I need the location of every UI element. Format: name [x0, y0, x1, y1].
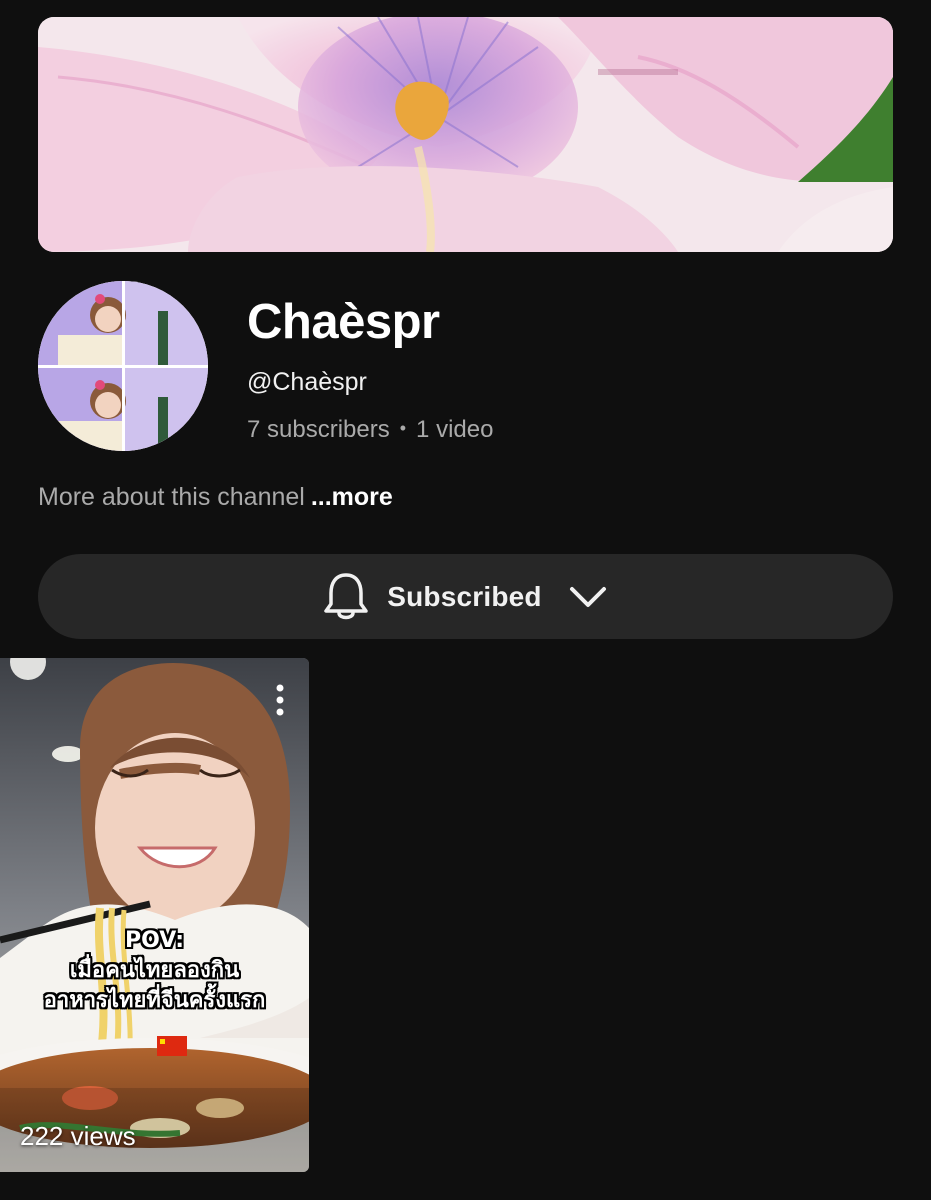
channel-stats: 7 subscribers • 1 video — [247, 416, 493, 444]
more-vert-icon[interactable] — [271, 682, 289, 718]
subscriber-count: 7 subscribers — [247, 416, 390, 443]
channel-avatar[interactable] — [38, 281, 208, 451]
short-caption: POV: เมื่อคนไทยลองกิน อาหารไทยที่จีนครั้… — [0, 926, 309, 1016]
stats-separator: • — [399, 418, 407, 438]
chevron-down-icon — [569, 586, 606, 607]
about-text: More about this channel — [38, 483, 305, 511]
caption-line-3: อาหารไทยที่จีนครั้งแรก — [43, 988, 266, 1013]
video-count: 1 video — [416, 416, 494, 443]
short-views: 222 views — [20, 1121, 136, 1151]
subscribed-button[interactable]: Subscribed — [38, 554, 893, 639]
more-link[interactable]: ...more — [311, 483, 393, 511]
subscribed-label: Subscribed — [387, 580, 542, 612]
caption-line-2: เมื่อคนไทยลองกิน — [69, 958, 240, 983]
caption-line-1: POV: — [124, 928, 185, 953]
channel-about[interactable]: More about this channel ...more — [38, 483, 393, 512]
bell-icon — [324, 572, 368, 619]
channel-page: Chaèspr @Chaèspr 7 subscribers • 1 video M… — [0, 0, 931, 1200]
channel-handle: @Chaèspr — [247, 368, 367, 396]
channel-banner — [38, 17, 893, 252]
short-card[interactable]: POV: เมื่อคนไทยลองกิน อาหารไทยที่จีนครั้… — [0, 658, 309, 1172]
short-thumbnail — [0, 658, 309, 1172]
channel-name: Chaèspr — [247, 295, 440, 349]
